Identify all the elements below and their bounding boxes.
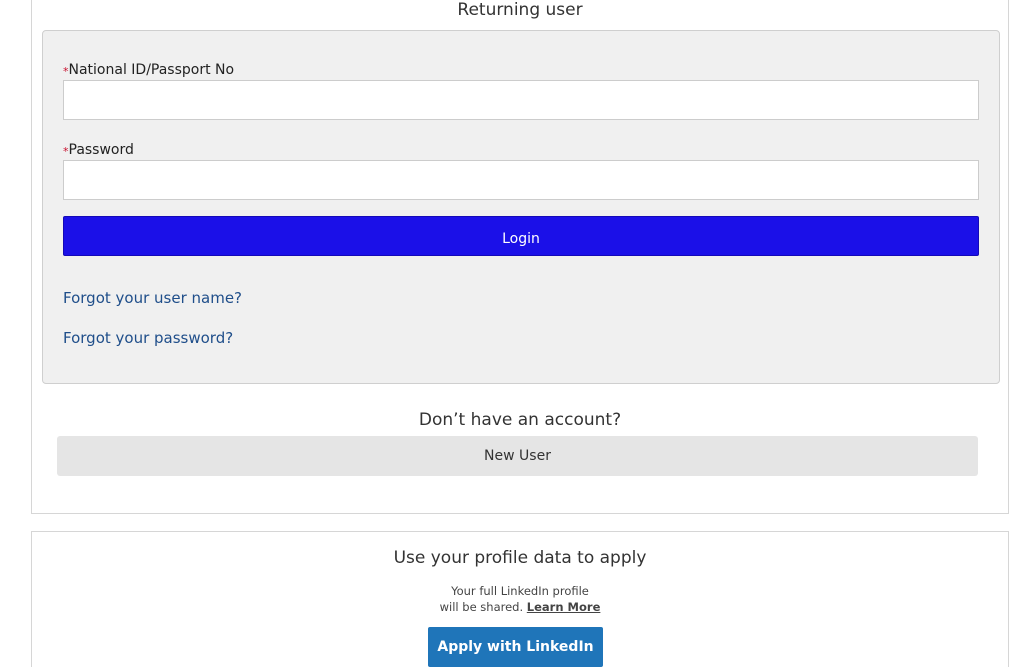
forgot-username-link[interactable]: Forgot your user name?: [63, 289, 242, 307]
required-marker: *: [63, 65, 69, 78]
profile-apply-heading: Use your profile data to apply: [393, 548, 647, 568]
linkedin-share-notice-text: will be shared.: [439, 600, 524, 614]
learn-more-link[interactable]: Learn More: [527, 600, 601, 614]
password-label: *Password: [63, 142, 134, 158]
required-marker: *: [63, 145, 69, 158]
apply-with-linkedin-button[interactable]: Apply with LinkedIn: [428, 627, 603, 667]
returning-user-panel: Returning user *National ID/Passport No …: [31, 0, 1009, 514]
no-account-heading: Don’t have an account?: [418, 410, 622, 430]
national-id-label: *National ID/Passport No: [63, 62, 234, 78]
application-login-page: Returning user *National ID/Passport No …: [0, 0, 1035, 667]
linkedin-share-notice-line2: will be shared. Learn More: [32, 599, 1008, 615]
national-id-label-text: National ID/Passport No: [68, 62, 235, 78]
login-form: *National ID/Passport No *Password Login…: [42, 30, 1000, 384]
login-button[interactable]: Login: [63, 216, 979, 256]
returning-user-heading: Returning user: [457, 0, 583, 20]
password-label-text: Password: [68, 142, 134, 158]
forgot-password-link[interactable]: Forgot your password?: [63, 329, 233, 347]
linkedin-share-notice-line1: Your full LinkedIn profile: [451, 584, 589, 598]
password-input[interactable]: [63, 160, 979, 200]
new-user-button[interactable]: New User: [57, 436, 978, 476]
linkedin-apply-panel: Use your profile data to apply Your full…: [31, 531, 1009, 667]
national-id-input[interactable]: [63, 80, 979, 120]
